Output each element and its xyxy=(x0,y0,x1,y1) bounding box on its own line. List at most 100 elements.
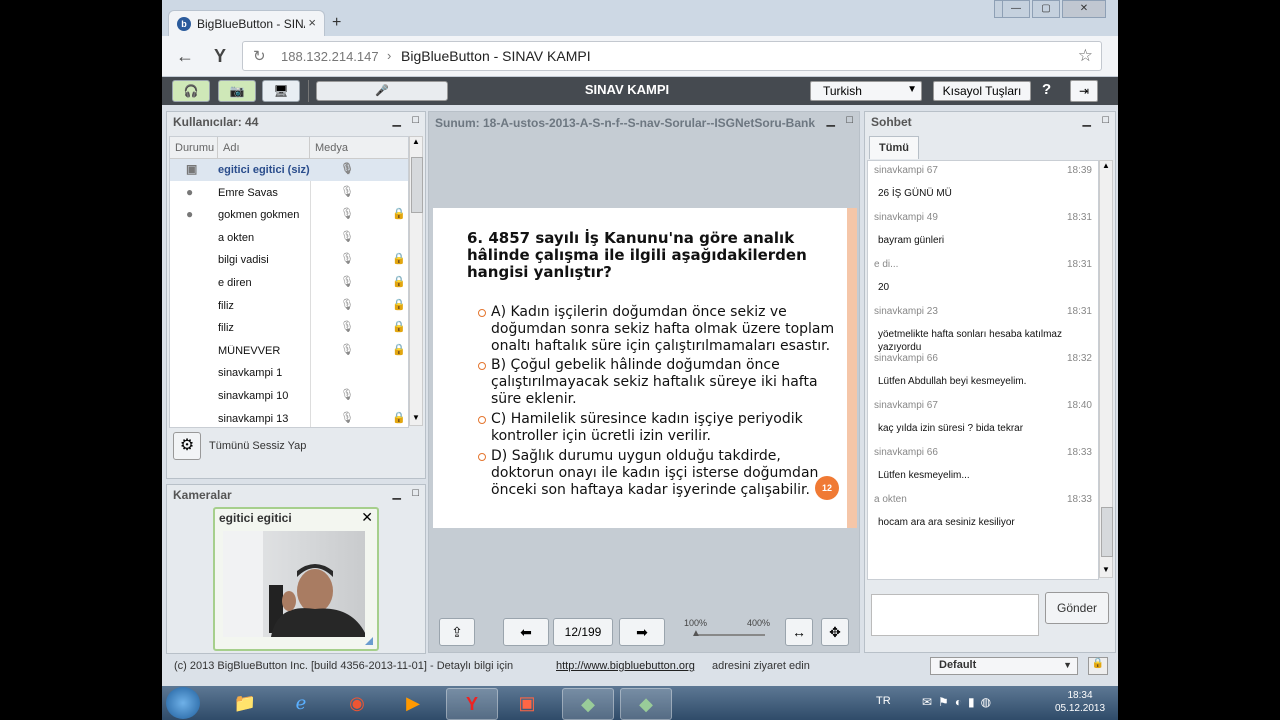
headset-button[interactable]: 🎧 xyxy=(172,80,210,102)
scroll-thumb[interactable] xyxy=(1101,507,1113,557)
microphone-icon[interactable]: 🎙 xyxy=(340,207,354,220)
lock-icon[interactable]: 🔒 xyxy=(392,343,406,356)
next-slide-button[interactable]: ➡ xyxy=(619,618,665,646)
maximize-panel-icon[interactable]: □ xyxy=(412,487,419,499)
input-language-indicator[interactable]: TR xyxy=(876,695,891,707)
users-scrollbar[interactable]: ▲ ▼ xyxy=(409,136,423,426)
minimize-panel-icon[interactable]: ▁ xyxy=(393,487,401,500)
zoom-slider-thumb[interactable]: ▲ xyxy=(691,628,701,639)
chrome-icon[interactable]: ◉ xyxy=(332,688,382,718)
chat-time: 18:33 xyxy=(1066,494,1092,505)
scroll-up-icon[interactable]: ▲ xyxy=(1100,161,1112,173)
maximize-panel-icon[interactable]: □ xyxy=(846,114,853,126)
column-header-media[interactable]: Medya xyxy=(310,137,408,159)
minimize-panel-icon[interactable]: ▁ xyxy=(827,114,835,127)
windows-start-icon[interactable] xyxy=(166,687,200,719)
website-link[interactable]: http://www.bigbluebutton.org xyxy=(556,660,695,672)
refresh-icon[interactable]: ↻ xyxy=(253,47,266,65)
desktop-share-button[interactable]: 🖥 xyxy=(262,80,300,102)
table-row[interactable]: ▣ egitici egitici (siz) 🎙 xyxy=(170,159,408,181)
url-field[interactable]: ↻ 188.132.214.147 › BigBlueButton - SINA… xyxy=(242,41,1102,71)
tab-public-chat[interactable]: Tümü xyxy=(869,136,919,159)
table-row[interactable]: e diren 🎙 🔒 xyxy=(170,272,408,294)
recorder-window-icon[interactable]: ◆ xyxy=(620,688,672,720)
browser-tab[interactable]: b BigBlueButton - SINAV × xyxy=(168,10,325,37)
layout-select[interactable]: Default ▼ xyxy=(930,657,1078,675)
table-row[interactable]: sinavkampi 10 🎙 xyxy=(170,385,408,407)
table-row[interactable]: filiz 🎙 🔒 xyxy=(170,317,408,339)
table-row[interactable]: ● gokmen gokmen 🎙 🔒 xyxy=(170,204,408,226)
lock-icon[interactable]: 🔒 xyxy=(392,298,406,311)
scroll-down-icon[interactable]: ▼ xyxy=(1100,565,1112,577)
lock-icon[interactable]: 🔒 xyxy=(392,275,406,288)
close-icon[interactable]: ✕ xyxy=(361,509,373,526)
shortcuts-button[interactable]: Kısayol Tuşları xyxy=(933,81,1031,101)
table-row[interactable]: filiz 🎙 🔒 xyxy=(170,295,408,317)
chat-message-input[interactable] xyxy=(871,594,1039,636)
microphone-icon[interactable]: 🎙 xyxy=(340,275,354,288)
bookmark-star-icon[interactable]: ☆ xyxy=(1078,46,1093,66)
lock-icon[interactable]: 🔒 xyxy=(392,411,406,424)
lock-icon[interactable]: 🔒 xyxy=(1088,657,1108,675)
camera-user-name: egitici egitici xyxy=(219,511,292,525)
gear-icon[interactable]: ⚙ xyxy=(173,432,201,460)
system-clock[interactable]: 18:34 05.12.2013 xyxy=(1050,689,1110,715)
table-row[interactable]: ● Emre Savas 🎙 xyxy=(170,182,408,204)
previous-slide-button[interactable]: ⬅ xyxy=(503,618,549,646)
logout-icon[interactable]: ⇥ xyxy=(1070,80,1098,102)
microphone-icon[interactable]: 🎙 xyxy=(340,185,354,198)
microphone-icon[interactable]: 🎙 xyxy=(340,320,354,333)
explorer-icon[interactable]: 📁 xyxy=(220,688,270,718)
minimize-panel-icon[interactable]: ▁ xyxy=(393,114,401,127)
close-window-button[interactable]: ✕ xyxy=(1062,0,1106,18)
fit-width-icon[interactable]: ↔ xyxy=(785,618,813,646)
language-select[interactable]: Turkish ▼ xyxy=(810,81,922,101)
yandex-logo-icon[interactable]: Y xyxy=(214,46,226,67)
media-player-icon[interactable]: ▶ xyxy=(388,688,438,718)
microphone-icon[interactable]: 🎙 xyxy=(340,298,354,311)
microphone-icon[interactable]: 🎙 xyxy=(340,252,354,265)
scroll-up-icon[interactable]: ▲ xyxy=(410,137,422,149)
microphone-icon[interactable]: 🎙 xyxy=(340,343,354,356)
back-arrow-icon[interactable]: ← xyxy=(176,46,194,67)
tab-close-icon[interactable]: × xyxy=(308,15,316,30)
maximize-panel-icon[interactable]: □ xyxy=(1102,114,1109,126)
zoom-slider[interactable] xyxy=(695,634,765,636)
lock-icon[interactable]: 🔒 xyxy=(392,207,406,220)
column-header-status[interactable]: Durumu xyxy=(170,137,218,159)
microphone-icon[interactable]: 🎙 xyxy=(340,388,354,401)
column-header-name[interactable]: Adı xyxy=(218,137,310,159)
lock-icon[interactable]: 🔒 xyxy=(392,320,406,333)
microphone-icon[interactable]: 🎙 xyxy=(340,411,354,424)
chat-message: sinavkampi 66 18:33 Lütfen kesmeyelim... xyxy=(868,447,1098,493)
upload-icon[interactable]: ⇪ xyxy=(439,618,475,646)
table-row[interactable]: bilgi vadisi 🎙 🔒 xyxy=(170,249,408,271)
help-button[interactable]: ? xyxy=(1042,81,1051,98)
table-row[interactable]: sinavkampi 1 xyxy=(170,362,408,384)
scroll-down-icon[interactable]: ▼ xyxy=(410,413,422,425)
page-indicator[interactable]: 12/199 xyxy=(553,618,613,646)
maximize-panel-icon[interactable]: □ xyxy=(412,114,419,126)
chat-scrollbar[interactable]: ▲ ▼ xyxy=(1099,160,1113,578)
table-row[interactable]: MÜNEVVER 🎙 🔒 xyxy=(170,340,408,362)
tray-icons[interactable]: ✉⚑◐▮◍ xyxy=(922,695,997,709)
resize-handle[interactable] xyxy=(365,637,373,645)
internet-explorer-icon[interactable]: ℯ xyxy=(276,688,326,718)
scroll-thumb[interactable] xyxy=(411,157,423,213)
webcam-button[interactable]: 📷 xyxy=(218,80,256,102)
microphone-icon[interactable]: 🎙 xyxy=(340,162,354,175)
yandex-browser-icon[interactable]: Y xyxy=(446,688,498,720)
microphone-icon[interactable]: 🎙 xyxy=(340,230,354,243)
fit-page-icon[interactable]: ✥ xyxy=(821,618,849,646)
powerpoint-icon[interactable]: ▣ xyxy=(502,688,552,718)
user-name: a okten xyxy=(218,231,255,244)
table-row[interactable]: a okten 🎙 xyxy=(170,227,408,249)
lock-icon[interactable]: 🔒 xyxy=(392,252,406,265)
send-button[interactable]: Gönder xyxy=(1045,592,1109,624)
maximize-button[interactable]: ▢ xyxy=(1032,0,1060,18)
table-row[interactable]: sinavkampi 13 🎙 🔒 xyxy=(170,408,408,427)
new-tab-button[interactable]: + xyxy=(332,14,341,32)
app-window-icon[interactable]: ◆ xyxy=(562,688,614,720)
minimize-panel-icon[interactable]: ▁ xyxy=(1083,114,1091,127)
minimize-button[interactable]: — xyxy=(1002,0,1030,18)
